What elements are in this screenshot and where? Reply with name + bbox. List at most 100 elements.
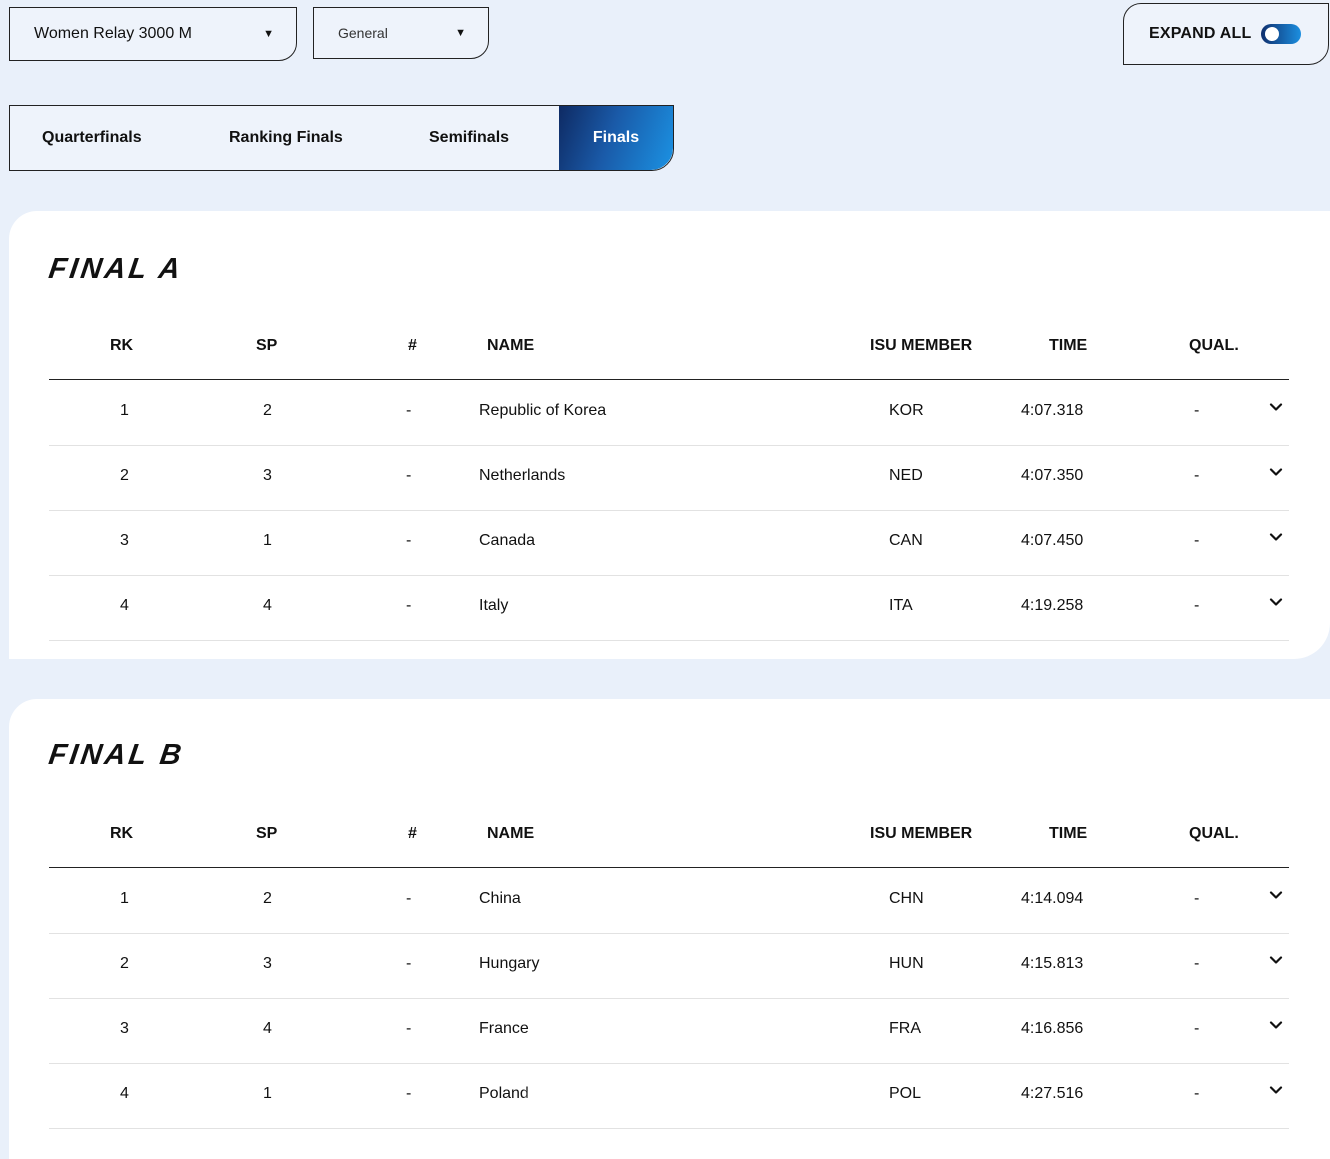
caret-down-icon: ▼ xyxy=(263,28,274,40)
col-isu-member: ISU MEMBER xyxy=(870,337,973,354)
number-cell: - xyxy=(406,890,412,907)
tab-semifinals[interactable]: Semifinals xyxy=(390,106,559,170)
time-cell: 4:14.094 xyxy=(1021,890,1084,907)
tab-ranking-finals[interactable]: Ranking Finals xyxy=(193,106,390,170)
number-cell: - xyxy=(406,532,412,549)
start-position-cell: 1 xyxy=(263,532,272,549)
rank-cell: 4 xyxy=(120,597,129,614)
team-name-cell: China xyxy=(479,890,521,907)
round-tabs: Quarterfinals Ranking Finals Semifinals … xyxy=(9,105,674,171)
isu-member-cell: POL xyxy=(889,1085,922,1102)
time-cell: 4:07.350 xyxy=(1021,467,1084,484)
team-name-cell: Netherlands xyxy=(479,467,566,484)
start-position-cell: 1 xyxy=(263,1085,272,1102)
event-dropdown-value: Women Relay 3000 M xyxy=(34,25,192,42)
table-row[interactable]: 3 4 - France FRA 4:16.856 - xyxy=(49,998,1289,1064)
isu-member-cell: NED xyxy=(889,467,923,484)
chevron-down-icon[interactable] xyxy=(1269,1018,1283,1032)
number-cell: - xyxy=(406,402,412,419)
col-isu-member: ISU MEMBER xyxy=(870,825,973,842)
isu-member-cell: CHN xyxy=(889,890,924,907)
rank-cell: 3 xyxy=(120,1020,129,1037)
qualification-cell: - xyxy=(1194,597,1200,614)
rank-cell: 3 xyxy=(120,532,129,549)
rank-cell: 4 xyxy=(120,1085,129,1102)
chevron-down-icon[interactable] xyxy=(1269,400,1283,414)
chevron-down-icon[interactable] xyxy=(1269,465,1283,479)
col-rk: RK xyxy=(110,825,134,842)
time-cell: 4:19.258 xyxy=(1021,597,1084,614)
results-table-header: RK SP # NAME ISU MEMBER TIME QUAL. xyxy=(49,825,1289,868)
col-number: # xyxy=(408,337,417,354)
col-qual: QUAL. xyxy=(1189,337,1239,354)
col-time: TIME xyxy=(1049,825,1088,842)
results-table-header: RK SP # NAME ISU MEMBER TIME QUAL. xyxy=(49,337,1289,380)
table-row[interactable]: 1 2 - Republic of Korea KOR 4:07.318 - xyxy=(49,380,1289,446)
chevron-down-icon[interactable] xyxy=(1269,595,1283,609)
team-name-cell: France xyxy=(479,1020,529,1037)
table-row[interactable]: 3 1 - Canada CAN 4:07.450 - xyxy=(49,510,1289,576)
qualification-cell: - xyxy=(1194,532,1200,549)
col-number: # xyxy=(408,825,417,842)
team-name-cell: Poland xyxy=(479,1085,529,1102)
col-time: TIME xyxy=(1049,337,1088,354)
team-name-cell: Italy xyxy=(479,597,509,614)
team-name-cell: Canada xyxy=(479,532,536,549)
tab-finals[interactable]: Finals xyxy=(559,106,673,170)
col-sp: SP xyxy=(256,825,278,842)
number-cell: - xyxy=(406,467,412,484)
rank-cell: 1 xyxy=(120,890,129,907)
col-name: NAME xyxy=(487,825,535,842)
isu-member-cell: CAN xyxy=(889,532,923,549)
table-row[interactable]: 4 4 - Italy ITA 4:19.258 - xyxy=(49,575,1289,641)
final-a-card: FINAL A RK SP # NAME ISU MEMBER TIME QUA… xyxy=(9,211,1330,659)
expand-all-control[interactable]: EXPAND ALL xyxy=(1123,3,1329,65)
team-name-cell: Hungary xyxy=(479,955,540,972)
start-position-cell: 2 xyxy=(263,890,272,907)
start-position-cell: 4 xyxy=(263,1020,272,1037)
rank-cell: 1 xyxy=(120,402,129,419)
table-row[interactable]: 2 3 - Netherlands NED 4:07.350 - xyxy=(49,445,1289,511)
caret-down-icon: ▼ xyxy=(455,27,466,39)
tab-quarterfinals[interactable]: Quarterfinals xyxy=(10,106,193,170)
time-cell: 4:27.516 xyxy=(1021,1085,1084,1102)
qualification-cell: - xyxy=(1194,1020,1200,1037)
final-a-title: FINAL A xyxy=(46,253,186,285)
expand-all-toggle[interactable] xyxy=(1261,24,1302,44)
isu-member-cell: ITA xyxy=(889,597,913,614)
time-cell: 4:16.856 xyxy=(1021,1020,1084,1037)
isu-member-cell: FRA xyxy=(889,1020,921,1037)
col-rk: RK xyxy=(110,337,134,354)
overlay-smudge xyxy=(524,1083,804,1127)
table-row[interactable]: 2 3 - Hungary HUN 4:15.813 - xyxy=(49,933,1289,999)
number-cell: - xyxy=(406,1020,412,1037)
time-cell: 4:07.450 xyxy=(1021,532,1084,549)
number-cell: - xyxy=(406,1085,412,1102)
qualification-cell: - xyxy=(1194,402,1200,419)
rank-cell: 2 xyxy=(120,467,129,484)
expand-all-label: EXPAND ALL xyxy=(1149,25,1252,42)
chevron-down-icon[interactable] xyxy=(1269,530,1283,544)
col-qual: QUAL. xyxy=(1189,825,1239,842)
col-sp: SP xyxy=(256,337,278,354)
classification-dropdown[interactable]: General ▼ xyxy=(313,7,489,59)
chevron-down-icon[interactable] xyxy=(1269,1083,1283,1097)
table-row[interactable]: 1 2 - China CHN 4:14.094 - xyxy=(49,868,1289,934)
number-cell: - xyxy=(406,955,412,972)
chevron-down-icon[interactable] xyxy=(1269,888,1283,902)
classification-dropdown-value: General xyxy=(338,25,388,41)
isu-member-cell: HUN xyxy=(889,955,924,972)
start-position-cell: 3 xyxy=(263,467,272,484)
toggle-knob xyxy=(1265,27,1280,41)
isu-member-cell: KOR xyxy=(889,402,924,419)
col-name: NAME xyxy=(487,337,535,354)
qualification-cell: - xyxy=(1194,467,1200,484)
qualification-cell: - xyxy=(1194,890,1200,907)
qualification-cell: - xyxy=(1194,1085,1200,1102)
start-position-cell: 2 xyxy=(263,402,272,419)
rank-cell: 2 xyxy=(120,955,129,972)
event-dropdown[interactable]: Women Relay 3000 M ▼ xyxy=(9,7,297,61)
start-position-cell: 3 xyxy=(263,955,272,972)
final-b-title: FINAL B xyxy=(46,739,187,771)
chevron-down-icon[interactable] xyxy=(1269,953,1283,967)
